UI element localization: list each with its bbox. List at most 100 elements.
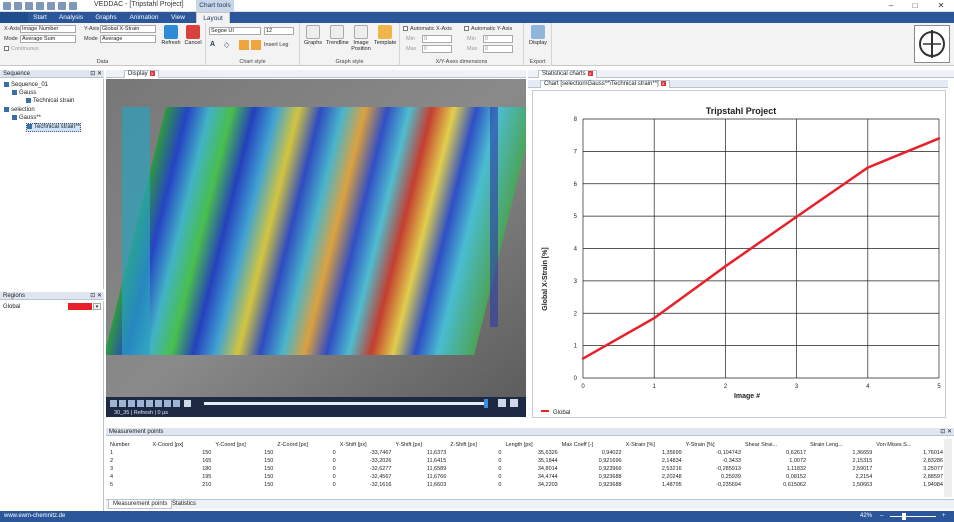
auto-y-checkbox[interactable]: Automatic Y-Axis xyxy=(464,26,512,32)
refresh-button[interactable]: Refresh xyxy=(160,25,182,46)
tree-item-technical-strain-selected[interactable]: Technical strain** xyxy=(26,123,82,133)
column-header[interactable]: Length [px] xyxy=(503,440,559,449)
tree-item-selection[interactable]: selection xyxy=(4,107,35,114)
tab-analysis[interactable]: Analysis xyxy=(58,12,84,23)
mode-select[interactable]: Average Sum xyxy=(20,35,76,43)
frame-slider-thumb[interactable] xyxy=(484,399,488,408)
font-select[interactable]: Segoe UI xyxy=(209,27,261,35)
trendline-button[interactable]: Trendline xyxy=(326,25,349,46)
x-min-input[interactable]: 0 xyxy=(422,35,452,43)
column-header[interactable]: Y-Coord [px] xyxy=(213,440,275,449)
column-header[interactable]: Number xyxy=(108,440,150,449)
region-item-global[interactable]: Global xyxy=(3,304,20,311)
yaxis-select[interactable]: Global X-Strain xyxy=(100,25,156,33)
tree-item-gauss-selected[interactable]: Gauss** xyxy=(12,115,41,122)
first-frame-icon[interactable] xyxy=(110,400,117,407)
close-icon[interactable]: x xyxy=(660,81,666,86)
y-min-input[interactable]: 0 xyxy=(483,35,513,43)
zoom-out-icon[interactable] xyxy=(498,399,506,407)
column-header[interactable]: Shear Strai... xyxy=(743,440,808,449)
zoom-slider[interactable] xyxy=(890,516,936,517)
italic-icon[interactable] xyxy=(251,40,261,50)
column-header[interactable]: X-Coord [px] xyxy=(150,440,213,449)
column-header[interactable]: Strain Leng... xyxy=(808,440,874,449)
play-back-icon[interactable] xyxy=(128,400,135,407)
font-size-select[interactable]: 12 xyxy=(264,27,294,35)
tab-graphs[interactable]: Graphs xyxy=(94,12,118,23)
tab-statistics[interactable]: Statistics xyxy=(168,500,200,509)
zoom-in-icon[interactable] xyxy=(510,399,518,407)
data-point[interactable] xyxy=(653,316,656,320)
snapshot-icon[interactable] xyxy=(184,400,191,407)
tab-layout[interactable]: Layout xyxy=(196,12,230,23)
chart-area[interactable]: Tripstahl Project 0 1 2 3 4 5 0 1 2 3 4 5 6 7 8 Image … xyxy=(532,90,946,418)
column-header[interactable]: Y-Strain [%] xyxy=(684,440,743,449)
save-icon[interactable] xyxy=(25,2,33,10)
chevron-down-icon[interactable]: ▾ xyxy=(93,303,101,310)
tab-start[interactable]: Start xyxy=(30,12,50,23)
data-point[interactable] xyxy=(795,215,798,218)
data-point[interactable] xyxy=(866,166,869,169)
column-header[interactable]: Y-Shift [px] xyxy=(393,440,448,449)
zoom-in-icon[interactable]: + xyxy=(942,511,946,522)
last-frame-icon[interactable] xyxy=(164,400,171,407)
tab-measurement-points[interactable]: Measurement points xyxy=(108,500,173,509)
close-icon[interactable]: x xyxy=(587,71,593,76)
tree-item-gauss[interactable]: Gauss xyxy=(12,90,36,97)
data-point[interactable] xyxy=(724,265,727,268)
graphs-button[interactable]: Graphs xyxy=(302,25,324,46)
stop-icon[interactable] xyxy=(137,400,144,407)
frame-slider[interactable] xyxy=(204,402,486,405)
column-header[interactable]: Z-Coord [px] xyxy=(275,440,337,449)
undo-icon[interactable] xyxy=(36,2,44,10)
table-row[interactable]: 3 180 150 0 -32,6277 11,6589 0 34,8014 0,923966 2… xyxy=(108,465,945,473)
file-button[interactable] xyxy=(0,12,28,23)
tree-item-technical-strain[interactable]: Technical strain xyxy=(26,98,74,105)
column-header[interactable]: Von Mises S... xyxy=(874,440,945,449)
column-header[interactable]: X-Shift [px] xyxy=(338,440,394,449)
tab-display[interactable]: Display x xyxy=(124,70,159,78)
auto-x-checkbox[interactable]: Automatic X-Axis xyxy=(403,26,452,32)
y-max-input[interactable]: 0 xyxy=(483,45,513,53)
zoom-out-icon[interactable]: – xyxy=(880,511,883,522)
column-header[interactable]: X-Strain [%] xyxy=(624,440,684,449)
settings-icon[interactable] xyxy=(58,2,66,10)
bold-icon[interactable] xyxy=(239,40,249,50)
display-button[interactable]: Display xyxy=(527,25,549,46)
zoom-slider-thumb[interactable] xyxy=(902,513,906,520)
tab-view[interactable]: View xyxy=(168,12,188,23)
x-max-input[interactable]: 0 xyxy=(422,45,452,53)
image-position-button[interactable]: Image Position xyxy=(350,25,372,52)
play-icon[interactable] xyxy=(146,400,153,407)
pin-icon[interactable]: ⊡ ✕ xyxy=(940,428,952,436)
tree-item-sequence[interactable]: Sequence_01 xyxy=(4,82,48,89)
table-row[interactable]: 2 165 150 0 -33,2026 11,6415 0 35,1844 0,921696 2… xyxy=(108,457,945,465)
close-icon[interactable]: x xyxy=(149,71,155,76)
table-row[interactable]: 1 150 150 0 -33,7467 11,6373 0 35,6326 0,94022 1,… xyxy=(108,449,945,457)
minimize-button[interactable]: – xyxy=(880,0,902,12)
table-row[interactable]: 4 195 150 0 -32,4567 11,6766 0 34,4744 0,923688 2… xyxy=(108,473,945,481)
ymode-select[interactable]: Average xyxy=(100,35,156,43)
display-viewport[interactable] xyxy=(106,79,526,417)
data-point[interactable] xyxy=(581,357,585,360)
region-color-swatch[interactable] xyxy=(68,303,92,310)
open-icon[interactable] xyxy=(14,2,22,10)
tab-statistical-charts[interactable]: Statistical charts x xyxy=(538,70,597,78)
column-header[interactable]: Max Coeff [-] xyxy=(560,440,624,449)
maximize-button[interactable]: □ xyxy=(904,0,926,12)
xaxis-select[interactable]: Image Number xyxy=(20,25,76,33)
playback-controls[interactable] xyxy=(110,400,191,408)
loop-icon[interactable] xyxy=(173,400,180,407)
font-color-icon[interactable]: A xyxy=(210,41,215,48)
pin-icon[interactable]: ⊡ ✕ xyxy=(90,292,102,300)
table-row[interactable]: 5 210 150 0 -32,1616 11,6603 0 34,2203 0,923688 1… xyxy=(108,481,945,489)
column-header[interactable]: Z-Shift [px] xyxy=(448,440,503,449)
template-button[interactable]: Template xyxy=(374,25,396,46)
data-point[interactable] xyxy=(937,137,941,140)
pin-icon[interactable]: ⊡ ✕ xyxy=(90,70,102,78)
table-scrollbar[interactable] xyxy=(944,439,952,497)
tab-chart-selection[interactable]: Chart [selection\Gauss**\Technical strai… xyxy=(540,80,670,88)
redo-icon[interactable] xyxy=(47,2,55,10)
website-link[interactable]: www.ewm-chemnitz.de xyxy=(4,511,65,522)
next-frame-icon[interactable] xyxy=(155,400,162,407)
